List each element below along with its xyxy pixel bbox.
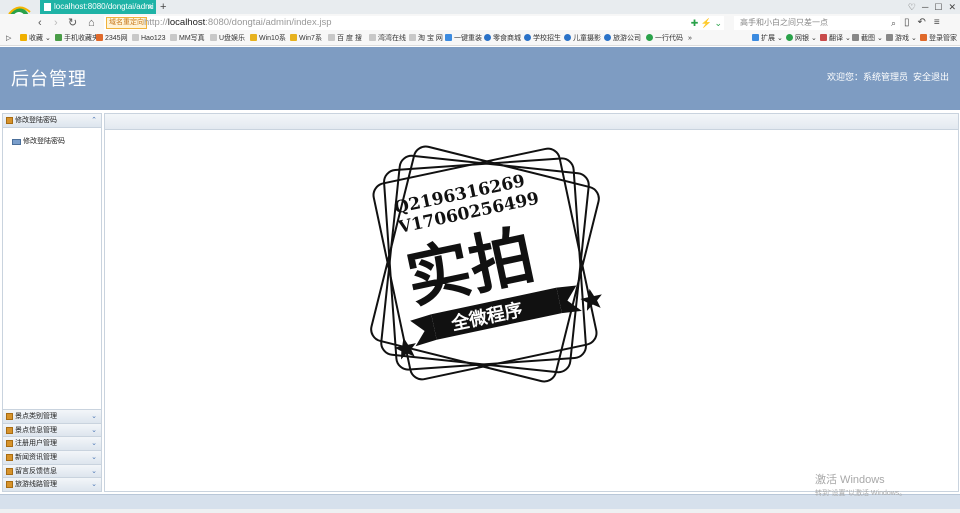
favorite-item[interactable]: 旅游公司 (604, 32, 641, 46)
app-header: 后台管理 欢迎您：系统管理员 安全退出 (0, 47, 960, 110)
url-text: http://localhost:8080/dongtai/admin/inde… (144, 17, 332, 28)
window-controls: ♡ ─ ☐ ✕ (908, 0, 956, 14)
sidebar-panel-header[interactable]: 注册用户管理 ⌄ (3, 436, 101, 450)
search-input[interactable]: 高手和小白之间只差一点 ⌕ (734, 16, 900, 30)
close-window-icon[interactable]: ✕ (948, 0, 956, 14)
close-tab-icon[interactable]: × (148, 0, 153, 14)
expand-down-icon[interactable]: ⌄ (91, 451, 97, 464)
collapsed-panels: 景点类别管理 ⌄ 景点信息管理 ⌄ 注册用户管理 ⌄ 新闻资讯管理 ⌄ 留言反馈信息 ⌄ … (3, 408, 101, 491)
search-icon[interactable]: ⌕ (891, 16, 896, 30)
windows-activation-watermark: 激活 Windows 转到"设置"以激活 Windows。 (815, 474, 907, 497)
toolbar-item[interactable]: 扩展 ⌄ (752, 32, 783, 46)
back-icon[interactable]: ‹ (38, 16, 42, 30)
user-info: 欢迎您：系统管理员 安全退出 (827, 70, 949, 83)
folder-icon (6, 412, 13, 420)
favorite-item[interactable]: 学校招生 (524, 32, 561, 46)
expand-down-icon[interactable]: ⌄ (91, 478, 97, 491)
home-icon[interactable]: ⌂ (88, 16, 95, 30)
user-icon (12, 139, 21, 145)
sidebar-panel-header[interactable]: 旅游线路管理 ⌄ (3, 477, 101, 491)
folder-icon (6, 440, 13, 448)
stamp-image: Q2196316269 V17060256499 实拍 全微程序 (370, 145, 602, 383)
toolbar-item[interactable]: 游戏 ⌄ (886, 32, 917, 46)
expand-down-icon[interactable]: ⌄ (91, 437, 97, 450)
browser-tab-bar: localhost:8080/dongtai/admi × + ♡ ─ ☐ ✕ (0, 0, 960, 28)
expand-down-icon[interactable]: ⌄ (91, 465, 97, 478)
reader-icon[interactable]: ▯ (904, 16, 910, 30)
favorite-item[interactable]: Win10系 (250, 32, 286, 46)
url-input[interactable]: 域名重定向 http://localhost:8080/dongtai/admi… (104, 16, 724, 30)
folder-icon (6, 481, 13, 489)
main-content: Q2196316269 V17060256499 实拍 全微程序 (104, 113, 959, 492)
menu-icon[interactable]: ≡ (934, 16, 940, 30)
folder-icon (6, 426, 13, 434)
new-tab-icon[interactable]: + (160, 0, 166, 14)
address-bar-row: ‹ › ↻ ⌂ 域名重定向 http://localhost:8080/dong… (0, 14, 960, 32)
favorite-item[interactable]: 收藏 ⌄ (20, 32, 51, 46)
collapse-up-icon[interactable]: ⌃ (91, 114, 97, 128)
tab-title: localhost:8080/dongtai/admi (54, 2, 154, 11)
main-content-header (105, 114, 958, 130)
favorite-item[interactable]: 一键重装 (445, 32, 482, 46)
sidebar-panel-header-password[interactable]: 修改登陆密码 ⌃ (3, 114, 101, 128)
logout-link[interactable]: 安全退出 (913, 73, 949, 83)
maximize-icon[interactable]: ☐ (934, 0, 942, 14)
favorite-item[interactable]: 2345网 (96, 32, 128, 46)
sidebar-panel-header[interactable]: 景点类别管理 ⌄ (3, 408, 101, 423)
browser-tab-active[interactable]: localhost:8080/dongtai/admi × (40, 0, 156, 14)
favorite-item[interactable]: U盘娱乐 (210, 32, 245, 46)
favorite-item[interactable]: 一行代码 (646, 32, 683, 46)
page-icon (44, 3, 51, 11)
browser-status-bar (0, 509, 960, 513)
sidebar-panel-header[interactable]: 新闻资讯管理 ⌄ (3, 449, 101, 464)
folder-icon (6, 117, 13, 124)
folder-icon (6, 467, 13, 475)
toolbar-item[interactable]: 网银 ⌄ (786, 32, 817, 46)
favorites-bar: ▷ 收藏 ⌄ 手机收藏夹 2345网 Hao123 MM写真 U盘娱乐 Win1… (0, 32, 960, 46)
welcome-text: 欢迎您：系统管理员 (826, 73, 908, 83)
app-title: 后台管理 (11, 69, 87, 89)
minimize-icon[interactable]: ─ (922, 0, 928, 14)
sidebar-panel-header[interactable]: 留言反馈信息 ⌄ (3, 463, 101, 478)
sidebar-item-change-password[interactable]: 修改登陆密码 (3, 136, 101, 148)
sidebar-panel-header[interactable]: 景点信息管理 ⌄ (3, 422, 101, 437)
sidebar: 修改登陆密码 ⌃ 修改登陆密码 景点类别管理 ⌄ 景点信息管理 ⌄ 注册用户管理 ⌄ … (2, 113, 102, 492)
url-action-icons[interactable]: ✚ ⚡ ⌄ (691, 16, 722, 30)
sidebar-toggle-icon[interactable]: ▷ (6, 32, 11, 46)
favorite-item[interactable]: 零食商城 (484, 32, 521, 46)
toolbar-item[interactable]: 登录管家 (920, 32, 957, 46)
favorite-item[interactable]: Win7系 (290, 32, 322, 46)
favorite-item[interactable]: Hao123 (132, 32, 166, 46)
favorite-item[interactable]: MM写真 (170, 32, 205, 46)
refresh-icon[interactable]: ↻ (68, 16, 77, 30)
expand-down-icon[interactable]: ⌄ (91, 410, 97, 423)
expand-down-icon[interactable]: ⌄ (91, 424, 97, 437)
folder-icon (6, 453, 13, 461)
browser-tools: ▯ ↶ ≡ (904, 16, 940, 30)
favorite-item[interactable]: 百 度 搜 (328, 32, 362, 46)
toolbar-item[interactable]: 翻译 ⌄ (820, 32, 851, 46)
skin-icon[interactable]: ♡ (908, 0, 916, 14)
toolbar-item[interactable]: 截图 ⌄ (852, 32, 883, 46)
favorite-item[interactable]: 淘 宝 网 (409, 32, 443, 46)
more-favorites-icon[interactable]: » (688, 32, 692, 46)
url-redirect-tag: 域名重定向 (106, 17, 147, 29)
undo-icon[interactable]: ↶ (918, 16, 926, 30)
favorite-item[interactable]: 手机收藏夹 (55, 32, 99, 46)
favorite-item[interactable]: 湾湾在线 (369, 32, 406, 46)
favorite-item[interactable]: 儿童摄影 (564, 32, 601, 46)
forward-icon[interactable]: › (54, 16, 58, 30)
